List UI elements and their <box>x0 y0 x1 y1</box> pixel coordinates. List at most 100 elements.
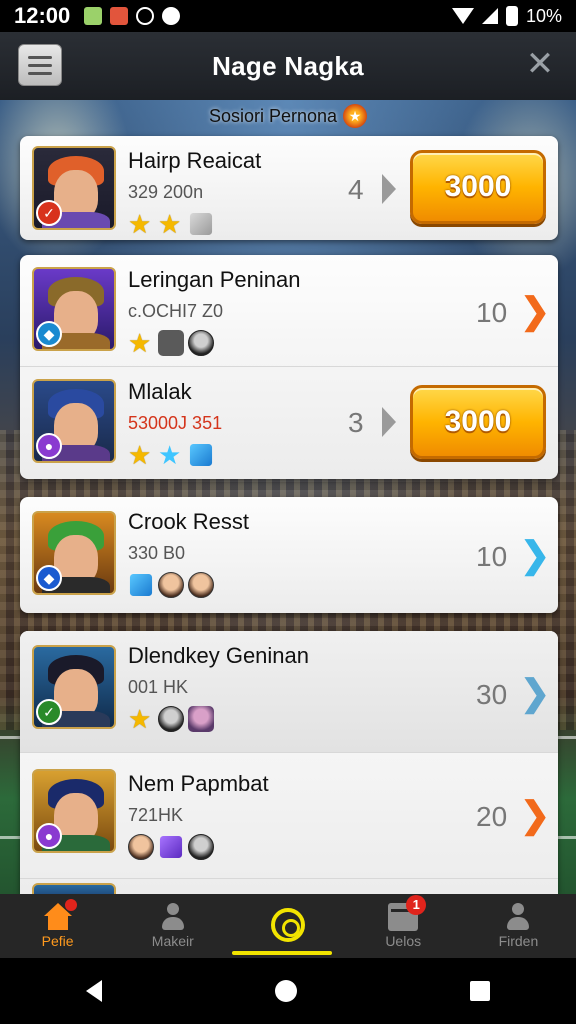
trophy-icon: ★ <box>343 104 368 128</box>
chat-icon <box>162 7 181 25</box>
character-icon <box>128 834 154 860</box>
player-rank: 30 <box>476 679 508 710</box>
player-rank: 4 <box>348 174 364 205</box>
character-icon <box>158 572 184 598</box>
character-icon <box>188 706 214 732</box>
player-name: Mlalak <box>128 379 192 404</box>
back-icon[interactable] <box>86 980 103 1002</box>
nav-label: Makeir <box>151 933 194 949</box>
blue-star-icon: ★ <box>158 440 182 470</box>
player-avatar: ◆ <box>32 267 116 351</box>
player-name: Leringan Peninan <box>128 267 301 292</box>
nav-item-center[interactable] <box>230 894 345 958</box>
home-icon <box>43 899 77 931</box>
star-icon: ★ <box>158 209 182 239</box>
app-notification-icon <box>84 7 103 25</box>
player-rank: 10 <box>476 297 508 328</box>
player-rank: 3 <box>348 407 364 438</box>
mail-notification-icon <box>110 7 129 25</box>
rank-badge-icon: ● <box>36 823 62 849</box>
rank-badge-icon: ✓ <box>36 200 62 226</box>
hamburger-menu-button[interactable] <box>18 44 62 86</box>
list-item[interactable]: ● Nem Papmbat 721HK 20 ❯ <box>20 753 558 879</box>
notification-dot-icon <box>64 899 77 911</box>
notification-badge: 1 <box>406 895 427 915</box>
player-icons: ★ ★ <box>128 211 261 237</box>
player-rank: 10 <box>476 541 508 572</box>
chevron-right-icon[interactable]: ❯ <box>520 293 550 329</box>
status-left: 12:00 <box>14 3 181 29</box>
nav-label: Uelos <box>385 933 422 949</box>
home-base <box>47 915 68 930</box>
player-icons: ★ <box>128 706 309 732</box>
gray-cube-icon <box>189 212 213 236</box>
featured-panel: ✓ Hairp Reaicat 329 200n ★ ★ 4 3000 <box>20 136 558 240</box>
rank-badge-icon: ● <box>36 433 62 459</box>
player-info: Leringan Peninan c.OCHI7 Z0 ★ <box>128 267 300 356</box>
recent-apps-icon[interactable] <box>469 981 490 1001</box>
battery-percent: 10% <box>525 5 562 26</box>
player-name: Hairp Reaicat <box>128 148 262 173</box>
claim-button[interactable]: 3000 <box>410 150 546 224</box>
home-button-icon[interactable] <box>274 980 297 1002</box>
purple-cube-icon <box>159 835 183 859</box>
star-icon: ★ <box>128 704 152 734</box>
chevron-right-icon[interactable]: ❯ <box>520 797 550 833</box>
player-avatar: ✓ <box>32 146 116 230</box>
player-info: Dlendkey Geninan 001 HK ★ <box>128 643 309 732</box>
list-item[interactable]: ◆ Crook Resst 330 B0 10 ❯ <box>20 497 558 613</box>
status-right: 10% <box>451 5 562 27</box>
page-title: Nage Nagka <box>212 50 364 81</box>
nav-item-events[interactable]: 1 Uelos <box>346 894 461 958</box>
nav-item-friends[interactable]: Firden <box>461 894 576 958</box>
player-rank: 20 <box>476 801 508 832</box>
player-name: Dlendkey Geninan <box>128 643 310 668</box>
spiral-icon <box>271 908 305 942</box>
player-avatar: ✓ <box>32 645 116 729</box>
chevron-right-icon <box>382 174 396 204</box>
player-avatar: ● <box>32 379 116 463</box>
list-item[interactable]: ● Mlalak 53000J 351 ★ ★ 3 3000 <box>20 367 558 479</box>
player-info: Nem Papmbat 721HK <box>128 771 269 860</box>
list-item[interactable]: ✓ Hairp Reaicat 329 200n ★ ★ 4 3000 <box>20 136 558 240</box>
nav-item-maker[interactable]: Makeir <box>115 894 230 958</box>
rank-badge-icon: ◆ <box>36 321 62 347</box>
menu-line-icon <box>28 63 52 67</box>
close-icon[interactable]: ✕ <box>522 46 558 82</box>
player-list-panel: ◆ Leringan Peninan c.OCHI7 Z0 ★ 10 ❯ ● M… <box>20 255 558 479</box>
rank-badge-icon: ◆ <box>36 565 62 591</box>
person-torso <box>507 917 530 930</box>
nav-label: Pefie <box>41 933 74 949</box>
list-item[interactable] <box>20 879 558 894</box>
chevron-right-icon <box>382 407 396 437</box>
active-tab-indicator <box>232 951 332 955</box>
chevron-right-icon[interactable]: ❯ <box>520 537 550 573</box>
player-list-panel: ✓ Dlendkey Geninan 001 HK ★ 30 ❯ ● Nem P… <box>20 631 558 894</box>
list-item[interactable]: ✓ Dlendkey Geninan 001 HK ★ 30 ❯ <box>20 631 558 753</box>
blue-cube-icon <box>189 443 213 467</box>
player-icons <box>128 834 269 860</box>
signal-icon <box>481 8 498 24</box>
person-icon <box>158 903 188 931</box>
menu-line-icon <box>28 55 52 59</box>
player-avatar: ● <box>32 769 116 853</box>
battery-icon <box>505 6 518 26</box>
bottom-navigation: Pefie Makeir 1 Uelos Firden <box>0 894 576 958</box>
chevron-right-icon[interactable]: ❯ <box>520 675 550 711</box>
claim-button[interactable]: 3000 <box>410 385 546 459</box>
player-icons <box>128 572 249 598</box>
player-list-panel: ◆ Crook Resst 330 B0 10 ❯ <box>20 497 558 613</box>
list-item[interactable]: ◆ Leringan Peninan c.OCHI7 Z0 ★ 10 ❯ <box>20 255 558 367</box>
star-icon: ★ <box>128 328 152 358</box>
nav-item-home[interactable]: Pefie <box>0 894 115 958</box>
player-info: Hairp Reaicat 329 200n ★ ★ <box>128 148 261 237</box>
player-icons: ★ ★ <box>128 442 222 468</box>
player-score: 721HK <box>128 805 184 825</box>
app-header: Nage Nagka ✕ <box>0 32 576 100</box>
character-icon <box>158 706 184 732</box>
player-score: 330 B0 <box>128 543 186 563</box>
nav-label: Firden <box>498 933 539 949</box>
player-icons: ★ <box>128 330 300 356</box>
player-name: Nem Papmbat <box>128 771 269 796</box>
alarm-icon <box>136 7 155 25</box>
